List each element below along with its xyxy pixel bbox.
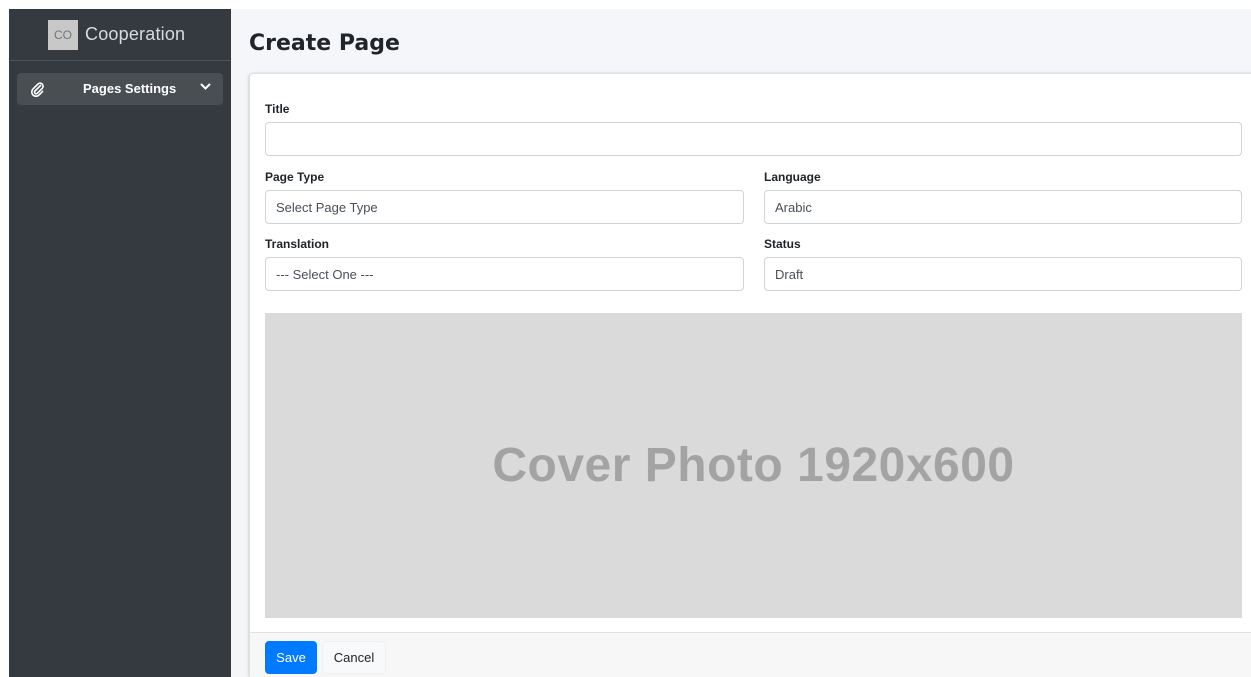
- paperclip-icon: [30, 82, 44, 97]
- main-content: Create Page Title Page Type Select Page …: [231, 9, 1251, 677]
- language-label: Language: [764, 170, 821, 184]
- left-margin: [0, 0, 9, 677]
- translation-label: Translation: [265, 237, 330, 251]
- page-type-label: Page Type: [265, 170, 325, 184]
- create-page-form: Title Page Type Select Page Type Languag…: [249, 73, 1251, 677]
- page-type-select[interactable]: Select Page Type: [265, 190, 744, 224]
- brand-name: Cooperation: [85, 24, 186, 44]
- card-footer: Save Cancel: [250, 632, 1251, 677]
- brand-link[interactable]: CO Cooperation: [9, 9, 231, 61]
- title-label: Title: [265, 102, 290, 116]
- sidebar-item-pages-settings[interactable]: Pages Settings: [17, 73, 223, 105]
- chevron-down-icon[interactable]: [200, 83, 211, 91]
- status-label: Status: [764, 237, 801, 251]
- cover-photo-placeholder: Cover Photo 1920x600: [492, 439, 1015, 492]
- page-title: Create Page: [249, 31, 400, 56]
- brand-logo: CO: [48, 19, 78, 50]
- cancel-button[interactable]: Cancel: [322, 641, 386, 674]
- sidebar-item-label: Pages Settings: [83, 81, 177, 96]
- cover-photo-upload[interactable]: Cover Photo 1920x600: [265, 313, 1242, 618]
- title-input[interactable]: [265, 122, 1242, 156]
- status-select[interactable]: Draft: [764, 257, 1242, 291]
- translation-select[interactable]: --- Select One ---: [265, 257, 744, 291]
- language-select[interactable]: Arabic: [764, 190, 1242, 224]
- sidebar: CO Cooperation Pages Settings: [9, 9, 231, 677]
- save-button[interactable]: Save: [265, 641, 317, 674]
